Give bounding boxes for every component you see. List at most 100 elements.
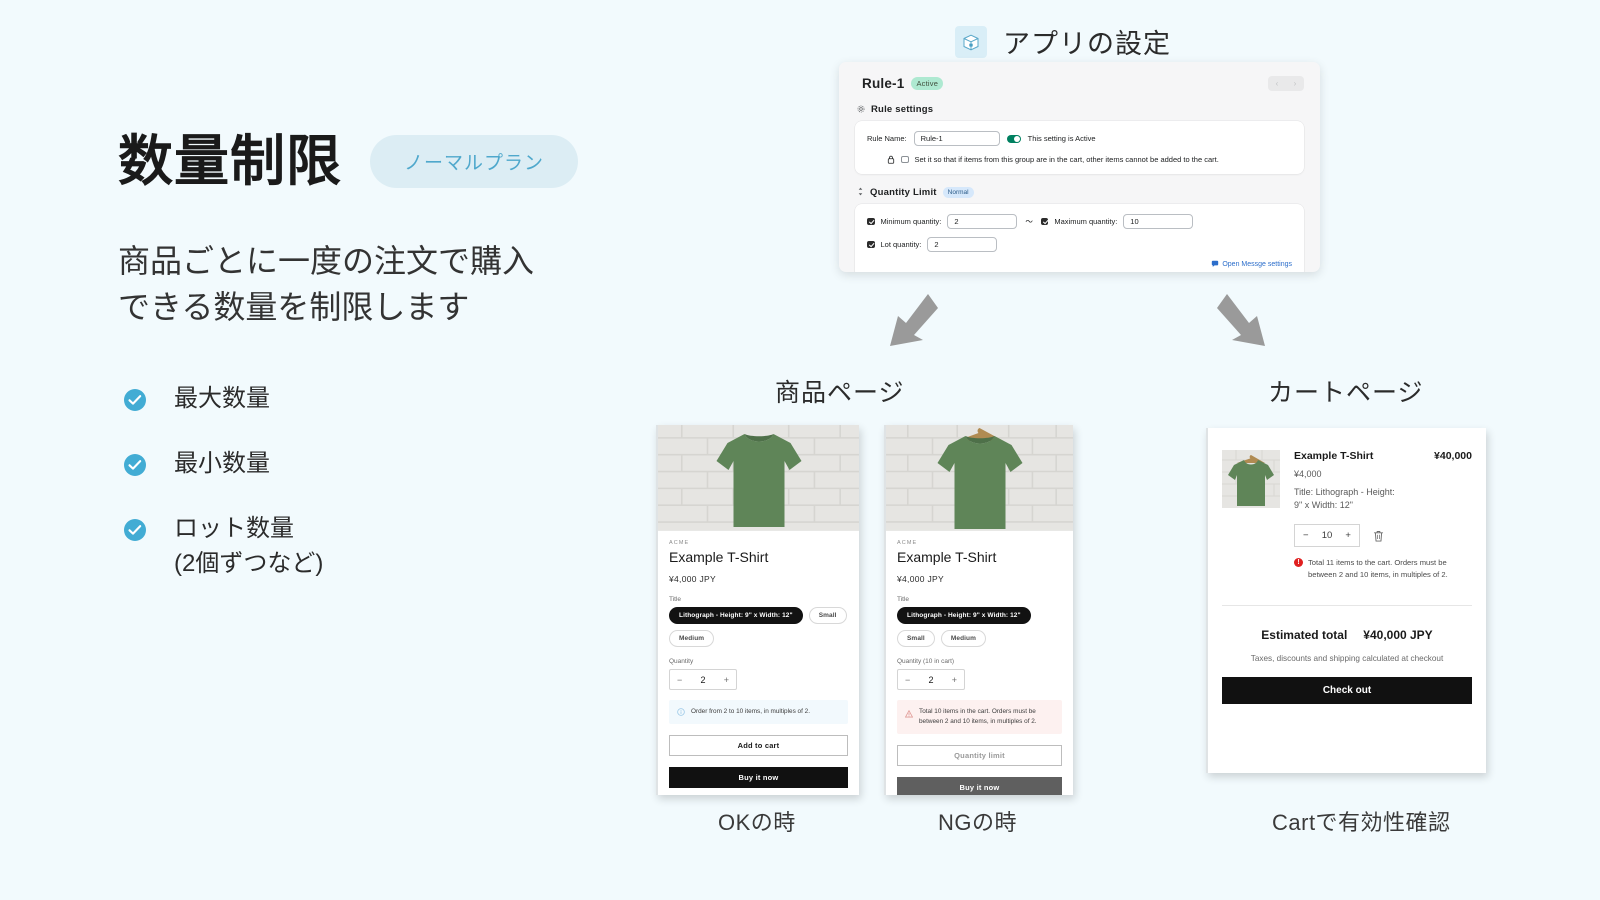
- quantity-notice-error: Total 10 items in the cart. Orders must …: [897, 700, 1062, 734]
- min-max-row: Minimum quantity: 2 〜 Maximum quantity: …: [867, 214, 1292, 229]
- cart-quantity-decrement-button[interactable]: −: [1303, 530, 1309, 541]
- caption-ng-case: NGの時: [938, 810, 1018, 835]
- lot-row: Lot quantity: 2: [867, 237, 1292, 252]
- pager-next-icon[interactable]: ›: [1294, 79, 1297, 88]
- cart-total-row: Estimated total ¥40,000 JPY: [1222, 628, 1472, 642]
- product-body-ng: ACME Example T-Shirt ¥4,000 JPY Title Li…: [886, 531, 1073, 795]
- product-price: ¥4,000 JPY: [897, 574, 944, 584]
- pager-prev-icon[interactable]: ‹: [1276, 79, 1279, 88]
- option-label: Title: [897, 596, 910, 603]
- locked-box-icon: [955, 25, 987, 58]
- checkout-button[interactable]: Check out: [1222, 677, 1472, 705]
- lot-quantity-checkbox[interactable]: [867, 240, 875, 249]
- lot-quantity-input[interactable]: 2: [927, 237, 998, 252]
- exclusive-checkbox-label: Set it so that if items from this group …: [914, 155, 1219, 164]
- product-price: ¥4,000 JPY: [669, 574, 716, 584]
- info-icon: [677, 707, 685, 716]
- quantity-stepper[interactable]: − 2 +: [669, 669, 737, 690]
- exclusive-checkbox[interactable]: [901, 155, 909, 164]
- quantity-decrement-button[interactable]: −: [677, 675, 682, 685]
- tshirt-image: [716, 434, 801, 527]
- variant-chip-small[interactable]: Small: [808, 607, 847, 624]
- quantity-limit-card: Minimum quantity: 2 〜 Maximum quantity: …: [855, 204, 1304, 272]
- variant-chip-lithograph[interactable]: Lithograph - Height: 9" x Width: 12": [669, 607, 803, 624]
- rule-title: Rule-1: [862, 76, 905, 91]
- slide-canvas: 数量制限 ノーマルプラン 商品ごとに一度の注文で購入 できる数量を制限します 最…: [0, 0, 1600, 900]
- settings-topbar: arrow-left-icon Rule-1 Active ‹ ›: [855, 76, 1304, 91]
- cart-item-amount: ¥40,000: [1434, 450, 1472, 462]
- feature-label-1: 最小数量: [174, 449, 270, 477]
- caption-product-page: 商品ページ: [775, 379, 905, 407]
- variant-chip-medium[interactable]: Medium: [940, 630, 986, 647]
- product-vendor: ACME: [897, 540, 918, 546]
- cart-item-variant: Title: Lithograph - Height: 9" x Width: …: [1294, 486, 1472, 512]
- cart-item-name: Example T-Shirt: [1294, 450, 1374, 462]
- quantity-notice-text: Order from 2 to 10 items, in multiples o…: [691, 708, 810, 715]
- cart-quantity-value[interactable]: 10: [1322, 530, 1333, 541]
- caption-cart-page: カートページ: [1268, 379, 1424, 407]
- buy-it-now-button[interactable]: Buy it now: [669, 766, 848, 788]
- pagination-control[interactable]: ‹ ›: [1268, 76, 1304, 91]
- rule-settings-card: Rule Name: Rule-1 This setting is Active…: [855, 121, 1304, 174]
- quantity-value[interactable]: 2: [928, 675, 933, 685]
- left-column: 数量制限 ノーマルプラン 商品ごとに一度の注文で購入 できる数量を制限します 最…: [118, 130, 638, 611]
- quantity-notice-text: Total 10 items in the cart. Orders must …: [919, 708, 1037, 725]
- caption-ok-case: OKの時: [718, 810, 796, 835]
- feature-list: 最大数量 最小数量 ロット数量 (2個ずつなど): [124, 382, 638, 581]
- maximum-quantity-label: Maximum quantity:: [1054, 217, 1118, 226]
- cart-error-message: Total 11 items to the cart. Orders must …: [1294, 557, 1472, 581]
- rule-name-input[interactable]: Rule-1: [913, 131, 1000, 146]
- status-badge: Active: [911, 77, 944, 90]
- cart-error-line-1: Total 11 items to the cart. Orders must …: [1308, 558, 1447, 568]
- app-settings-label: アプリの設定: [1003, 29, 1171, 59]
- exclusive-row: Set it so that if items from this group …: [887, 155, 1292, 164]
- feature-label-2: ロット数量 (2個ずつなど): [174, 514, 324, 577]
- quantity-limit-button[interactable]: Quantity limit: [897, 744, 1062, 766]
- open-message-settings-link[interactable]: Open Messge settings: [867, 260, 1292, 268]
- lead-paragraph: 商品ごとに一度の注文で購入 できる数量を制限します: [118, 239, 638, 330]
- quantity-label: Quantity: [669, 658, 694, 665]
- quantity-value[interactable]: 2: [700, 675, 705, 685]
- quantity-increment-button[interactable]: +: [724, 675, 729, 685]
- minimum-quantity-input[interactable]: 2: [947, 214, 1018, 229]
- cart-tax-note: Taxes, discounts and shipping calculated…: [1250, 654, 1444, 664]
- quantity-limit-title: Quantity Limit: [870, 187, 937, 198]
- buy-it-now-button[interactable]: Buy it now: [897, 776, 1062, 795]
- cart-item-unit-price: ¥4,000: [1294, 469, 1322, 479]
- quantity-stepper[interactable]: − 2 +: [897, 669, 965, 690]
- minimum-quantity-checkbox[interactable]: [867, 217, 875, 226]
- quantity-limit-heading: Quantity Limit Normal: [857, 187, 1304, 198]
- check-circle-icon: [124, 453, 146, 476]
- lot-quantity-label: Lot quantity:: [880, 240, 922, 249]
- cart-error-text: Total 11 items to the cart. Orders must …: [1308, 557, 1472, 581]
- product-card-ok: ACME Example T-Shirt ¥4,000 JPY Title Li…: [656, 425, 859, 795]
- warning-icon: [904, 709, 914, 718]
- cart-quantity-increment-button[interactable]: +: [1345, 530, 1351, 541]
- maximum-quantity-input[interactable]: 10: [1123, 214, 1194, 229]
- variant-chip-lithograph[interactable]: Lithograph - Height: 9" x Width: 12": [897, 607, 1031, 624]
- page-title: 数量制限: [118, 130, 343, 192]
- maximum-quantity-checkbox[interactable]: [1040, 217, 1049, 226]
- updown-arrows-icon: [857, 187, 864, 198]
- quantity-decrement-button[interactable]: −: [905, 675, 910, 685]
- range-tilde: 〜: [1025, 217, 1033, 226]
- cart-quantity-stepper[interactable]: − 10 +: [1294, 524, 1360, 548]
- quantity-label: Quantity (10 in cart): [897, 658, 955, 665]
- active-toggle[interactable]: [1006, 134, 1021, 143]
- trash-icon[interactable]: [1373, 530, 1384, 542]
- cart-item-info: Example T-Shirt ¥40,000 ¥4,000 Title: Li…: [1294, 450, 1472, 581]
- rule-settings-heading: Rule settings: [857, 104, 1304, 115]
- variant-chip-small[interactable]: Small: [897, 630, 935, 647]
- add-to-cart-button[interactable]: Add to cart: [669, 734, 848, 756]
- tshirt-thumbnail: [1222, 450, 1280, 508]
- check-circle-icon: [124, 518, 146, 541]
- variant-chips: Lithograph - Height: 9" x Width: 12" Sma…: [669, 607, 848, 647]
- list-item: 最大数量: [124, 382, 638, 417]
- variant-chip-medium[interactable]: Medium: [669, 630, 715, 647]
- settings-window: arrow-left-icon Rule-1 Active ‹ › Rule s…: [839, 62, 1320, 272]
- quantity-increment-button[interactable]: +: [952, 675, 957, 685]
- arrow-to-product-page: [890, 294, 938, 346]
- active-toggle-label: This setting is Active: [1027, 134, 1096, 143]
- product-photo-ng: [886, 425, 1073, 531]
- list-item: 最小数量: [124, 447, 638, 482]
